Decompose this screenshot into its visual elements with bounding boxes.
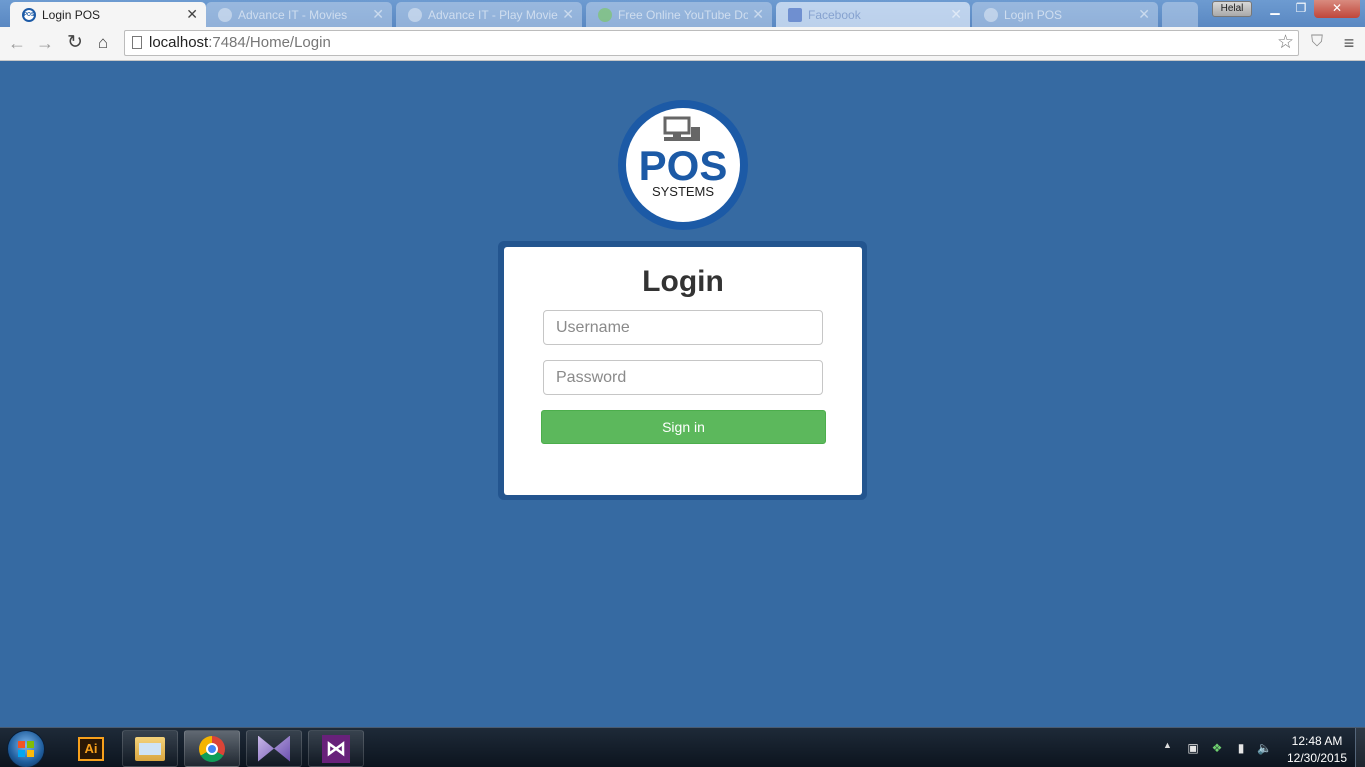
tab-login-pos[interactable]: POS Login POS ✕ — [10, 2, 206, 27]
windows-logo-icon — [18, 741, 34, 757]
forward-arrow-icon[interactable]: → — [34, 33, 56, 53]
clock-time[interactable]: 12:48 AM — [1282, 734, 1352, 748]
tab-title: Login POS — [42, 7, 101, 22]
new-tab-button[interactable] — [1162, 2, 1198, 27]
browser-tab-strip: POS Login POS ✕ Advance IT - Movies ✕ Ad… — [0, 0, 1365, 27]
minimize-button[interactable]: ▁ — [1262, 0, 1288, 18]
tab-advance-it-movies[interactable]: Advance IT - Movies ✕ — [206, 2, 392, 27]
show-hidden-icons-icon[interactable]: ▲ — [1163, 740, 1172, 750]
home-icon[interactable]: ⌂ — [92, 33, 114, 53]
file-explorer-icon — [135, 736, 165, 761]
taskbar-file-explorer[interactable] — [122, 730, 178, 767]
page-favicon-icon — [598, 7, 612, 22]
tab-facebook[interactable]: Facebook ✕ — [776, 2, 970, 27]
address-bar[interactable]: localhost:7484/Home/Login ☆ — [124, 30, 1299, 56]
reload-icon[interactable]: ↻ — [64, 33, 86, 53]
url-path: :7484/Home/Login — [208, 34, 331, 51]
visual-studio-icon: ⋈ — [322, 734, 350, 763]
tab-title: Advance IT - Movies — [238, 7, 348, 22]
pos-favicon-icon: POS — [22, 7, 36, 22]
pos-systems-logo: POS SYSTEMS — [618, 100, 748, 230]
tab-title: Free Online YouTube Do — [618, 7, 749, 22]
close-icon[interactable]: ✕ — [562, 6, 574, 23]
username-input[interactable] — [543, 310, 823, 345]
taskbar-blend[interactable] — [246, 730, 302, 767]
clock-date[interactable]: 12/30/2015 — [1282, 751, 1352, 765]
chrome-menu-icon[interactable]: ≡ — [1340, 33, 1358, 53]
pos-favicon-icon — [984, 7, 998, 22]
logo-subtext: SYSTEMS — [652, 184, 714, 199]
password-input[interactable] — [543, 360, 823, 395]
url-host: localhost — [149, 34, 209, 51]
page-icon — [132, 36, 142, 49]
dropbox-icon[interactable]: ❖ — [1210, 741, 1224, 755]
facebook-favicon-icon — [788, 7, 802, 22]
logo-text: POS — [639, 142, 728, 189]
restore-button[interactable]: ❐ — [1288, 0, 1314, 18]
visual-studio-blend-icon — [258, 735, 290, 762]
profile-badge[interactable]: Helal — [1212, 1, 1252, 17]
tab-advance-it-play-movie[interactable]: Advance IT - Play Movie ✕ — [396, 2, 582, 27]
sign-in-button[interactable]: Sign in — [541, 410, 826, 444]
volume-icon[interactable]: 🔈 — [1257, 741, 1272, 755]
clipboard-icon[interactable]: ▣ — [1186, 741, 1200, 755]
windows-taskbar: Ai ⋈ — [0, 727, 1365, 767]
window-close-button[interactable]: ✕ — [1314, 0, 1360, 18]
start-button[interactable] — [7, 730, 45, 767]
show-desktop-button[interactable] — [1355, 728, 1365, 767]
back-arrow-icon[interactable]: ← — [6, 33, 28, 53]
close-icon[interactable]: ✕ — [372, 6, 384, 23]
taskbar-chrome[interactable] — [184, 730, 240, 767]
tab-title: Facebook — [808, 7, 861, 22]
close-icon[interactable]: ✕ — [1138, 6, 1150, 23]
page-favicon-icon — [218, 7, 232, 22]
login-card: Login Sign in — [504, 247, 862, 495]
bookmark-star-icon[interactable]: ☆ — [1277, 31, 1294, 55]
close-icon[interactable]: ✕ — [186, 6, 198, 23]
shield-extension-icon[interactable]: ⛉ — [1308, 33, 1326, 53]
tab-title: Advance IT - Play Movie — [428, 7, 558, 22]
illustrator-icon: Ai — [78, 736, 104, 761]
tab-youtube-downloader[interactable]: Free Online YouTube Do ✕ — [586, 2, 772, 27]
tab-title: Login POS — [1004, 7, 1063, 22]
network-signal-icon[interactable]: ▮ — [1234, 741, 1248, 755]
browser-toolbar: ← → ↻ ⌂ localhost:7484/Home/Login ☆ ⛉ ≡ — [0, 27, 1365, 61]
taskbar-visual-studio[interactable]: ⋈ — [308, 730, 364, 767]
close-icon[interactable]: ✕ — [752, 6, 764, 23]
login-title: Login — [642, 265, 724, 298]
tab-login-pos-2[interactable]: Login POS ✕ — [972, 2, 1158, 27]
page-favicon-icon — [408, 7, 422, 22]
close-icon[interactable]: ✕ — [950, 6, 962, 23]
chrome-icon — [199, 735, 225, 762]
taskbar-illustrator[interactable]: Ai — [63, 730, 119, 767]
